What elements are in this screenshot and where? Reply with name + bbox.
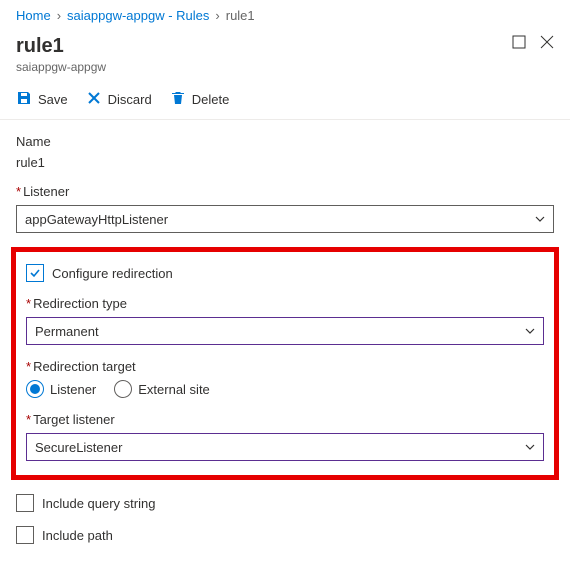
required-asterisk: * — [26, 359, 31, 374]
discard-button[interactable]: Discard — [86, 90, 152, 109]
save-icon — [16, 90, 32, 109]
delete-button[interactable]: Delete — [170, 90, 230, 109]
redirection-type-value: Permanent — [35, 324, 99, 339]
radio-icon — [26, 380, 44, 398]
name-value: rule1 — [16, 155, 554, 170]
include-path-row: Include path — [16, 526, 554, 544]
required-asterisk: * — [26, 296, 31, 311]
target-listener-field: *Target listener SecureListener — [26, 412, 544, 461]
configure-redirection-checkbox[interactable] — [26, 264, 44, 282]
page-header: rule1 saiappgw-appgw — [0, 31, 570, 82]
configure-redirection-row: Configure redirection — [26, 264, 544, 282]
redirection-type-label: Redirection type — [33, 296, 127, 311]
target-listener-label: Target listener — [33, 412, 115, 427]
toolbar: Save Discard Delete — [0, 82, 570, 120]
redirection-type-select[interactable]: Permanent — [26, 317, 544, 345]
listener-select-value: appGatewayHttpListener — [25, 212, 168, 227]
include-query-checkbox[interactable] — [16, 494, 34, 512]
redirection-type-field: *Redirection type Permanent — [26, 296, 544, 345]
chevron-down-icon — [525, 324, 535, 339]
include-path-checkbox[interactable] — [16, 526, 34, 544]
listener-label: Listener — [23, 184, 69, 199]
save-button[interactable]: Save — [16, 90, 68, 109]
discard-icon — [86, 90, 102, 109]
breadcrumb-home[interactable]: Home — [16, 8, 51, 23]
include-path-label: Include path — [42, 528, 113, 543]
required-asterisk: * — [16, 184, 21, 199]
radio-external-label: External site — [138, 382, 210, 397]
include-query-row: Include query string — [16, 494, 554, 512]
breadcrumb-rules[interactable]: saiappgw-appgw - Rules — [67, 8, 209, 23]
maximize-icon[interactable] — [512, 35, 526, 52]
required-asterisk: * — [26, 412, 31, 427]
name-label: Name — [16, 134, 554, 149]
name-field: Name rule1 — [16, 134, 554, 170]
highlight-box: Configure redirection *Redirection type … — [11, 247, 559, 480]
listener-field: *Listener appGatewayHttpListener — [16, 184, 554, 233]
configure-redirection-label: Configure redirection — [52, 266, 173, 281]
include-query-label: Include query string — [42, 496, 155, 511]
close-icon[interactable] — [540, 35, 554, 52]
delete-label: Delete — [192, 92, 230, 107]
radio-external-site[interactable]: External site — [114, 380, 210, 398]
delete-icon — [170, 90, 186, 109]
radio-listener[interactable]: Listener — [26, 380, 96, 398]
breadcrumb: Home › saiappgw-appgw - Rules › rule1 — [0, 0, 570, 31]
breadcrumb-current: rule1 — [226, 8, 255, 23]
radio-listener-label: Listener — [50, 382, 96, 397]
target-listener-value: SecureListener — [35, 440, 122, 455]
page-title: rule1 — [16, 35, 106, 58]
chevron-down-icon — [535, 212, 545, 227]
redirection-target-field: *Redirection target Listener External si… — [26, 359, 544, 398]
target-listener-select[interactable]: SecureListener — [26, 433, 544, 461]
redirection-target-label: Redirection target — [33, 359, 136, 374]
form: Name rule1 *Listener appGatewayHttpListe… — [0, 120, 570, 572]
chevron-right-icon: › — [57, 8, 61, 23]
page-subtitle: saiappgw-appgw — [16, 60, 106, 74]
chevron-right-icon: › — [215, 8, 219, 23]
listener-select[interactable]: appGatewayHttpListener — [16, 205, 554, 233]
discard-label: Discard — [108, 92, 152, 107]
chevron-down-icon — [525, 440, 535, 455]
radio-icon — [114, 380, 132, 398]
check-icon — [29, 267, 41, 279]
save-label: Save — [38, 92, 68, 107]
